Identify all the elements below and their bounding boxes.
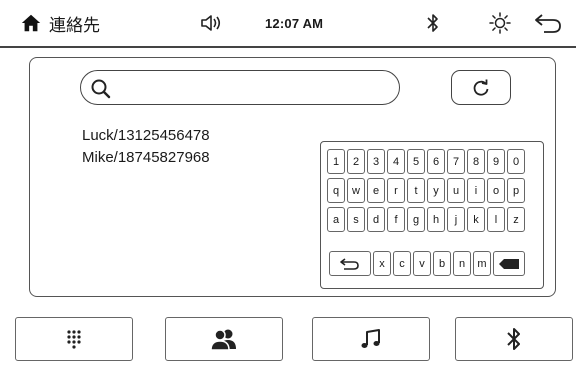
search-field[interactable] (80, 70, 400, 105)
key[interactable]: k (467, 207, 485, 232)
clock-time: 12:07 AM (265, 15, 324, 31)
on-screen-keyboard: 1 2 3 4 5 6 7 8 9 0 q w e r t y u i o p … (320, 141, 544, 289)
key[interactable]: w (347, 178, 365, 203)
key[interactable]: 5 (407, 149, 425, 174)
key[interactable]: j (447, 207, 465, 232)
key[interactable]: 4 (387, 149, 405, 174)
key[interactable]: p (507, 178, 525, 203)
key[interactable]: b (433, 251, 451, 276)
key[interactable]: s (347, 207, 365, 232)
back-icon[interactable] (533, 0, 563, 46)
search-icon (91, 79, 111, 99)
key[interactable]: h (427, 207, 445, 232)
key[interactable]: i (467, 178, 485, 203)
key[interactable]: d (367, 207, 385, 232)
status-bar: 連絡先 12:07 AM (0, 0, 576, 48)
key[interactable]: v (413, 251, 431, 276)
key[interactable]: 6 (427, 149, 445, 174)
key[interactable]: g (407, 207, 425, 232)
brightness-icon[interactable] (488, 0, 512, 46)
key[interactable]: 1 (327, 149, 345, 174)
bluetooth-icon (507, 328, 520, 350)
key[interactable]: 0 (507, 149, 525, 174)
key[interactable]: 7 (447, 149, 465, 174)
contacts-button[interactable] (165, 317, 283, 361)
home-icon[interactable] (20, 0, 42, 46)
key[interactable]: t (407, 178, 425, 203)
music-button[interactable] (312, 317, 430, 361)
refresh-button[interactable] (451, 70, 511, 105)
enter-icon (340, 257, 359, 270)
key[interactable]: l (487, 207, 505, 232)
key[interactable]: q (327, 178, 345, 203)
key[interactable]: a (327, 207, 345, 232)
backspace-icon (499, 258, 519, 269)
key[interactable]: 2 (347, 149, 365, 174)
key[interactable]: e (367, 178, 385, 203)
key[interactable]: x (373, 251, 391, 276)
key[interactable]: 8 (467, 149, 485, 174)
contact-item[interactable]: Luck/13125456478 (82, 125, 210, 147)
key[interactable]: y (427, 178, 445, 203)
key[interactable]: r (387, 178, 405, 203)
bluetooth-icon[interactable] (426, 0, 440, 46)
contact-list: Luck/13125456478 Mike/18745827968 (82, 125, 210, 169)
page-title: 連絡先 (49, 15, 100, 36)
key[interactable]: f (387, 207, 405, 232)
dialpad-icon (67, 330, 81, 349)
key[interactable]: c (393, 251, 411, 276)
music-icon (361, 329, 380, 348)
enter-key[interactable] (329, 251, 371, 276)
contact-item[interactable]: Mike/18745827968 (82, 147, 210, 169)
key[interactable]: n (453, 251, 471, 276)
key[interactable]: 9 (487, 149, 505, 174)
key[interactable]: u (447, 178, 465, 203)
dialpad-button[interactable] (15, 317, 133, 361)
refresh-icon (473, 79, 489, 96)
key[interactable]: 3 (367, 149, 385, 174)
key[interactable]: m (473, 251, 491, 276)
contacts-icon (210, 329, 236, 351)
backspace-key[interactable] (493, 251, 525, 276)
bluetooth-button[interactable] (455, 317, 573, 361)
key[interactable]: o (487, 178, 505, 203)
speaker-icon[interactable] (199, 0, 225, 46)
key[interactable]: z (507, 207, 525, 232)
